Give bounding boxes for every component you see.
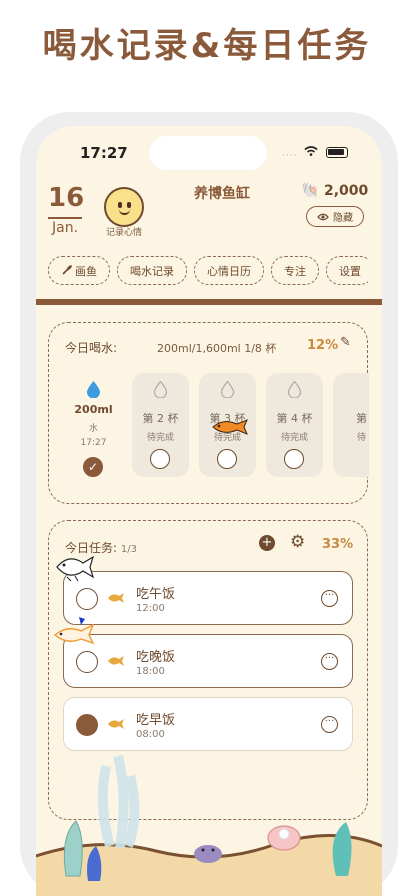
- promo-headline: 喝水记录&每日任务: [42, 26, 372, 66]
- status-time: 17:27: [80, 144, 128, 162]
- water-drop-icon: [287, 381, 302, 398]
- signal-dots: ····: [282, 151, 298, 161]
- header-divider: [36, 299, 382, 305]
- battery-icon: [326, 147, 348, 158]
- cup-item[interactable]: 第 2 杯 待完成: [132, 373, 189, 477]
- task-time: 18:00: [136, 666, 165, 677]
- cup-sub: 待: [356, 433, 366, 443]
- cup-sub: 待完成: [280, 433, 308, 443]
- water-card: 今日喝水: 200ml/1,600ml 1/8 杯 12% ✎ 200ml 水 …: [48, 322, 369, 504]
- tab-label: 设置: [339, 264, 361, 278]
- more-icon[interactable]: ···: [321, 653, 338, 670]
- fish-brush-icon: [62, 265, 72, 275]
- date-divider: [48, 217, 82, 219]
- fish-icon: [108, 656, 124, 666]
- cup-item[interactable]: 第 4 杯 待完成: [266, 373, 323, 477]
- mood-record-label[interactable]: 记录心情: [100, 225, 148, 238]
- cup-name: 第 4 杯: [276, 412, 313, 425]
- hide-label: 隐藏: [333, 213, 353, 224]
- eye-icon: [317, 213, 329, 220]
- cup-name: 第: [356, 412, 367, 425]
- cup-checkbox[interactable]: [150, 449, 170, 469]
- water-drop-icon: [87, 381, 100, 398]
- add-task-button[interactable]: +: [259, 535, 275, 551]
- fish-icon: [108, 593, 124, 603]
- water-progress: 200ml/1,600ml 1/8 杯: [157, 342, 277, 355]
- tab-water-record[interactable]: 喝水记录: [117, 256, 187, 285]
- water-label: 今日喝水:: [65, 341, 118, 355]
- edit-icon[interactable]: ✎: [340, 335, 351, 350]
- coin-shell-icon: 🐚: [301, 181, 320, 199]
- tab-label: 喝水记录: [130, 264, 174, 278]
- nav-tabs: 画鱼 喝水记录 心情日历 专注 设置: [48, 256, 368, 286]
- sketch-fish-icon: [56, 555, 95, 582]
- cup-name: 第 2 杯: [142, 412, 179, 425]
- task-checkbox[interactable]: [76, 588, 98, 610]
- cup-item[interactable]: 200ml 水 17:27 ✓: [65, 373, 122, 477]
- cup-checkbox[interactable]: [284, 449, 304, 469]
- task-count: 1/3: [120, 544, 137, 555]
- water-percent: 12%: [307, 338, 339, 353]
- task-percent: 33%: [322, 537, 354, 552]
- tab-mood-calendar[interactable]: 心情日历: [194, 256, 264, 285]
- water-drop-icon: [220, 381, 235, 398]
- water-drop-icon: [153, 381, 168, 398]
- app-title: 养博鱼缸: [194, 186, 250, 202]
- tab-draw-fish[interactable]: 画鱼: [48, 256, 110, 285]
- tab-label: 画鱼: [75, 264, 97, 278]
- seabed-decoration: [36, 754, 382, 896]
- gear-icon[interactable]: ⚙: [290, 532, 305, 552]
- coin-count: 2,000: [324, 183, 369, 199]
- dynamic-island: [149, 136, 267, 170]
- cup-item[interactable]: 第 待: [333, 373, 369, 477]
- cup-item[interactable]: 第 3 杯 待完成: [199, 373, 256, 477]
- task-time: 12:00: [136, 603, 165, 614]
- task-checkbox[interactable]: [76, 651, 98, 673]
- cup-checkbox[interactable]: [217, 449, 237, 469]
- cup-checkbox[interactable]: ✓: [83, 457, 103, 477]
- cup-list: 200ml 水 17:27 ✓ 第 2 杯 待完成 第 3 杯 待完成 第 4 …: [65, 373, 369, 481]
- date-month: Jan.: [51, 220, 79, 236]
- app-screen: 17:27 ···· 16 Jan. 记录心情 养博鱼缸 🐚 2,000 隐藏 …: [36, 126, 382, 896]
- orange-fish-icon: [212, 419, 248, 435]
- clownfish-icon: [53, 617, 95, 645]
- task-title: 吃晚饭: [136, 650, 176, 665]
- task-row[interactable]: 吃午饭 12:00 ···: [63, 571, 353, 625]
- hide-button[interactable]: 隐藏: [306, 206, 364, 227]
- tab-label: 专注: [284, 264, 306, 278]
- task-row[interactable]: 吃晚饭 18:00 ···: [63, 634, 353, 688]
- cup-name: 200ml: [74, 403, 113, 416]
- cup-sub: 待完成: [146, 433, 174, 443]
- tab-settings[interactable]: 设置: [326, 256, 368, 285]
- date-day: 16: [48, 183, 85, 213]
- more-icon[interactable]: ···: [321, 590, 338, 607]
- tab-focus[interactable]: 专注: [271, 256, 319, 285]
- cup-time: 17:27: [80, 438, 107, 448]
- cup-sub: 水: [88, 424, 98, 434]
- mood-face-icon[interactable]: [104, 187, 144, 227]
- wifi-icon: [304, 146, 318, 156]
- tab-label: 心情日历: [207, 264, 251, 278]
- task-title: 吃午饭: [136, 587, 176, 602]
